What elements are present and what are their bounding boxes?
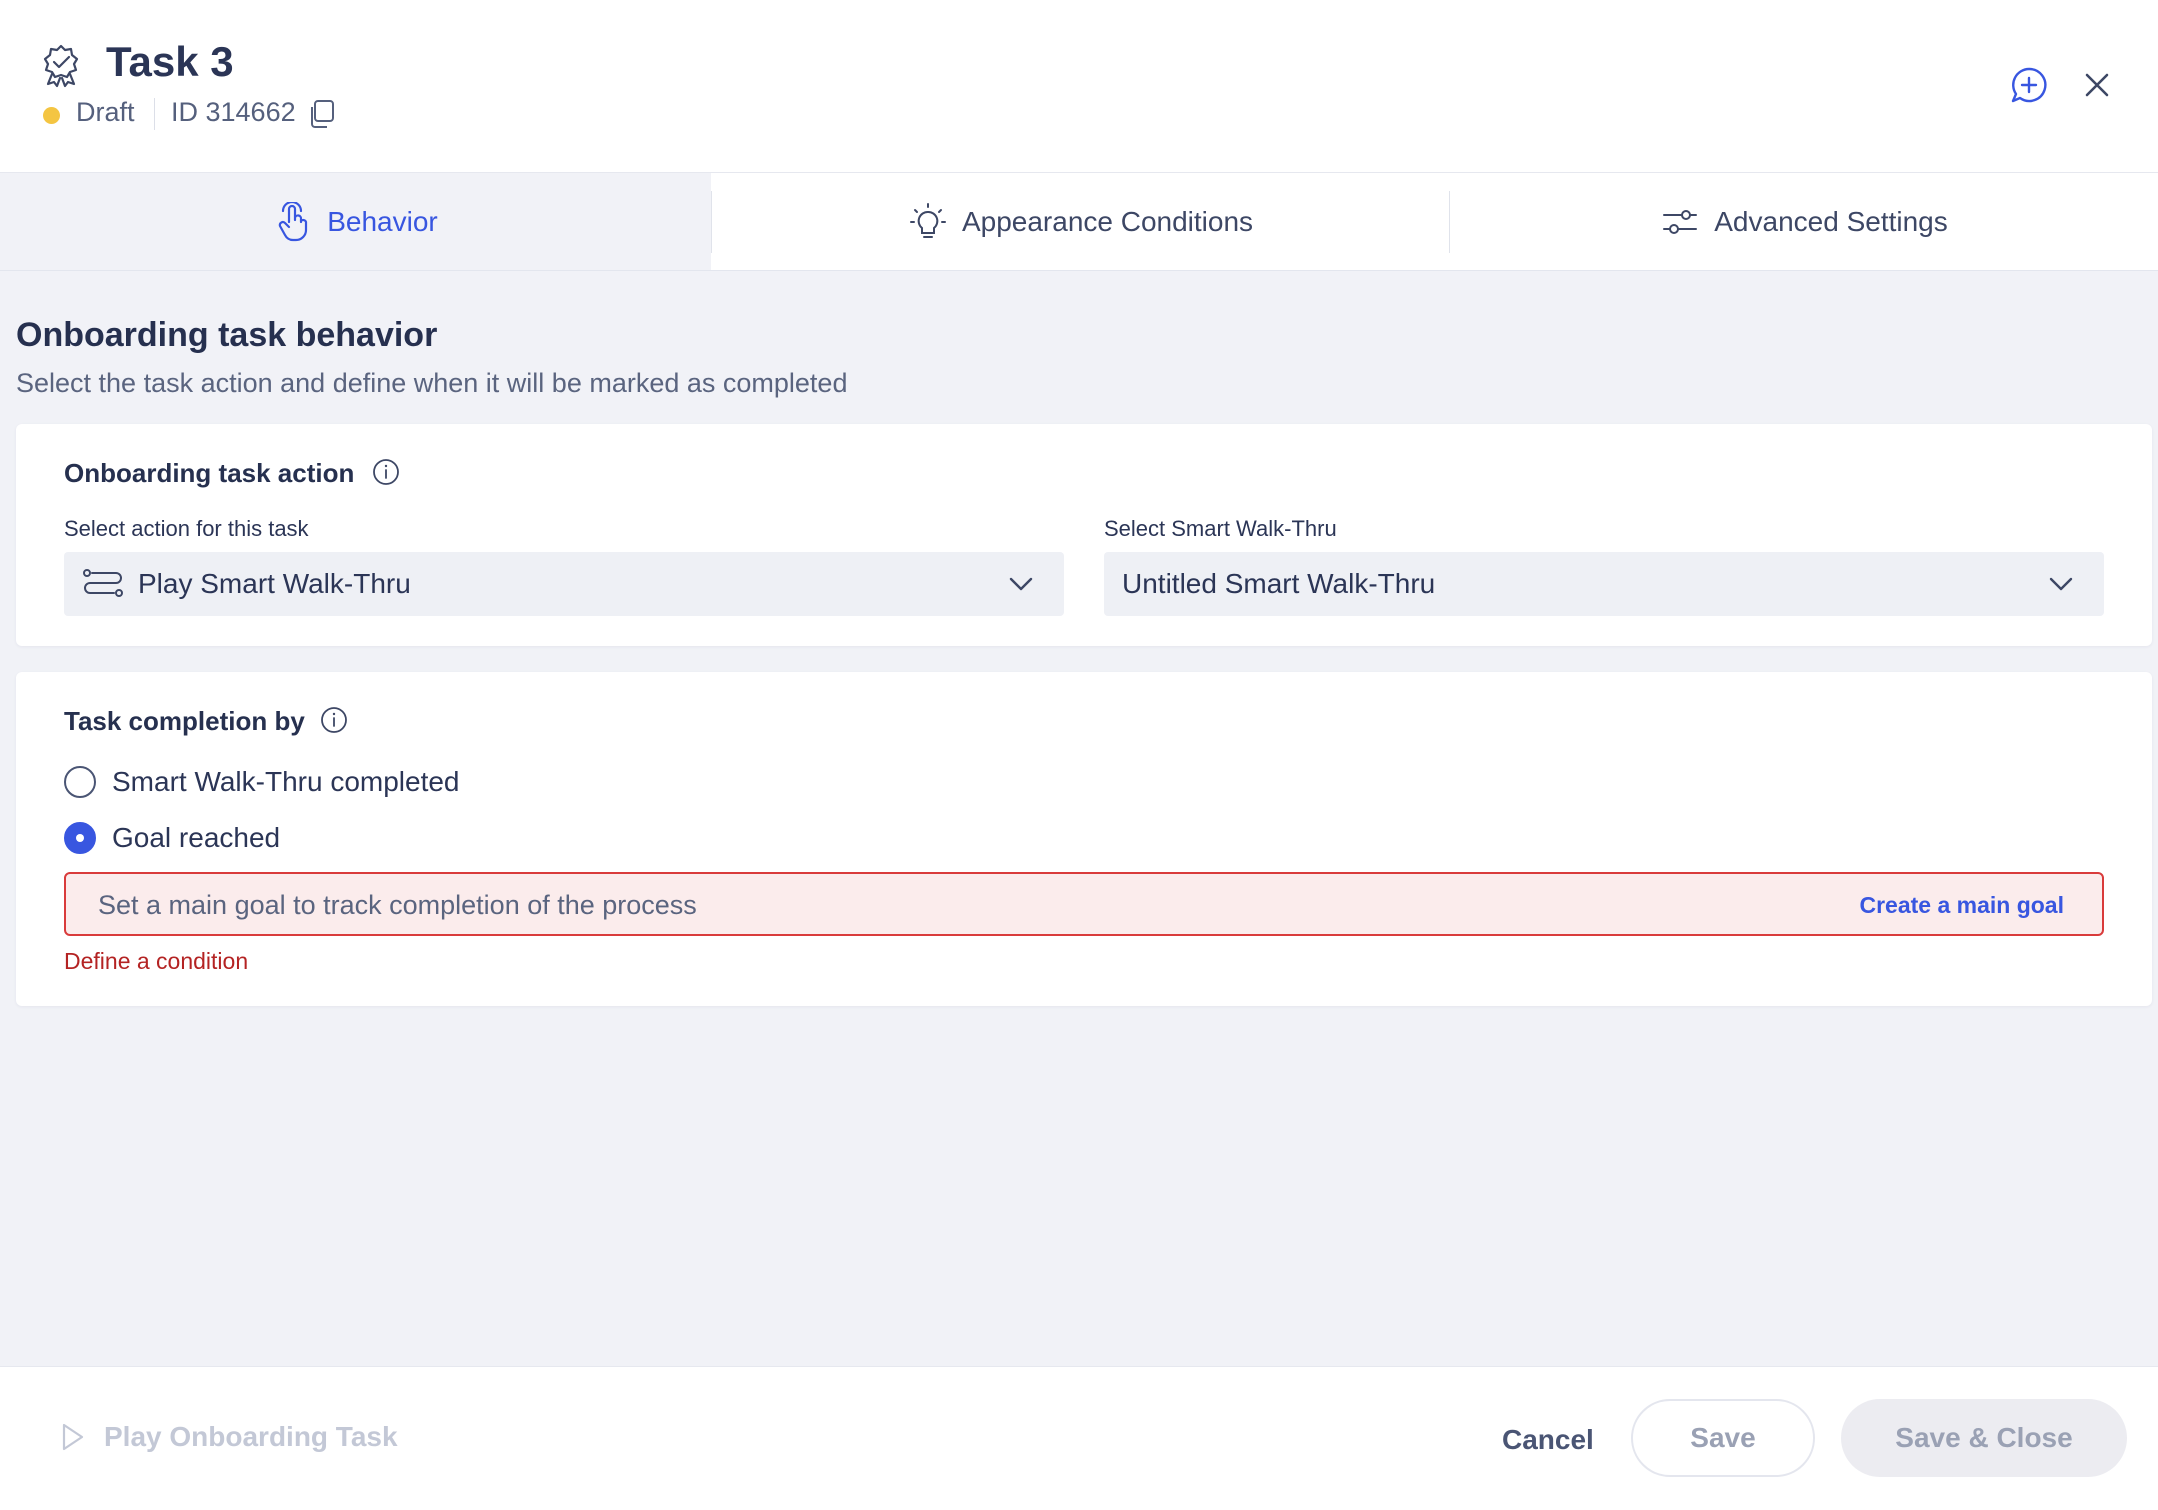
task-id: ID 314662 [171,97,296,127]
radio-label: Smart Walk-Thru completed [112,766,460,797]
section-title: Onboarding task behavior [16,316,438,354]
chevron-down-icon [2049,577,2073,591]
action-select-label: Select action for this task [64,516,309,541]
walkthru-select[interactable]: Untitled Smart Walk-Thru [1104,552,2104,616]
create-main-goal-link[interactable]: Create a main goal [1859,892,2064,919]
info-icon[interactable] [372,458,400,486]
radio-goal-reached[interactable]: Goal reached [64,822,280,854]
add-comment-icon[interactable] [2010,66,2048,104]
task-badge-icon [43,44,79,88]
goal-message: Set a main goal to track completion of t… [98,890,697,920]
radio-button[interactable] [64,766,96,798]
section-subtitle: Select the task action and define when i… [16,368,848,398]
play-onboarding-task-button[interactable]: Play Onboarding Task [60,1421,398,1453]
walkthru-select-value: Untitled Smart Walk-Thru [1122,568,1436,599]
chevron-down-icon [1009,577,1033,591]
tab-behavior-label: Behavior [327,205,438,237]
tab-behavior[interactable]: Behavior [0,173,711,270]
task-completion-card: Task completion by Smart Walk-Thru compl… [16,672,2152,1006]
save-close-button[interactable]: Save & Close [1841,1399,2127,1477]
goal-warning-box: Set a main goal to track completion of t… [64,872,2104,936]
copy-icon[interactable] [308,99,336,129]
save-button[interactable]: Save [1631,1399,1815,1477]
footer-bar: Play Onboarding Task Cancel Save Save & … [0,1366,2158,1510]
divider [154,98,155,130]
tab-advanced-label: Advanced Settings [1714,205,1948,237]
radio-walkthru-completed[interactable]: Smart Walk-Thru completed [64,766,460,798]
play-icon [62,1423,84,1451]
play-label: Play Onboarding Task [104,1421,398,1452]
action-select-value: Play Smart Walk-Thru [138,568,411,599]
panel-header: Task 3 Draft ID 314662 [0,0,2158,173]
error-message: Define a condition [64,948,249,974]
tab-advanced-settings[interactable]: Advanced Settings [1450,173,2158,270]
lightbulb-icon [909,202,946,238]
action-select[interactable]: Play Smart Walk-Thru [64,552,1064,616]
task-action-card: Onboarding task action Select action for… [16,424,2152,646]
task-action-title: Onboarding task action [64,458,355,488]
walkthru-select-label: Select Smart Walk-Thru [1104,516,1337,541]
tab-bar: Behavior Appearance Conditions Advanced … [0,173,2158,271]
walkthru-route-icon [83,569,123,597]
radio-button[interactable] [64,822,96,854]
task-completion-title: Task completion by [64,706,305,736]
status-dot [43,107,60,124]
tab-appearance-label: Appearance Conditions [961,205,1254,237]
status-text: Draft [76,97,135,127]
cancel-button[interactable]: Cancel [1502,1424,1594,1456]
tab-appearance-conditions[interactable]: Appearance Conditions [712,173,1449,270]
task-title: Task 3 [106,38,234,85]
close-icon[interactable] [2082,70,2112,100]
hand-pointer-icon [279,201,308,241]
info-icon[interactable] [320,706,348,734]
sliders-icon [1663,209,1698,234]
radio-label: Goal reached [112,822,281,853]
